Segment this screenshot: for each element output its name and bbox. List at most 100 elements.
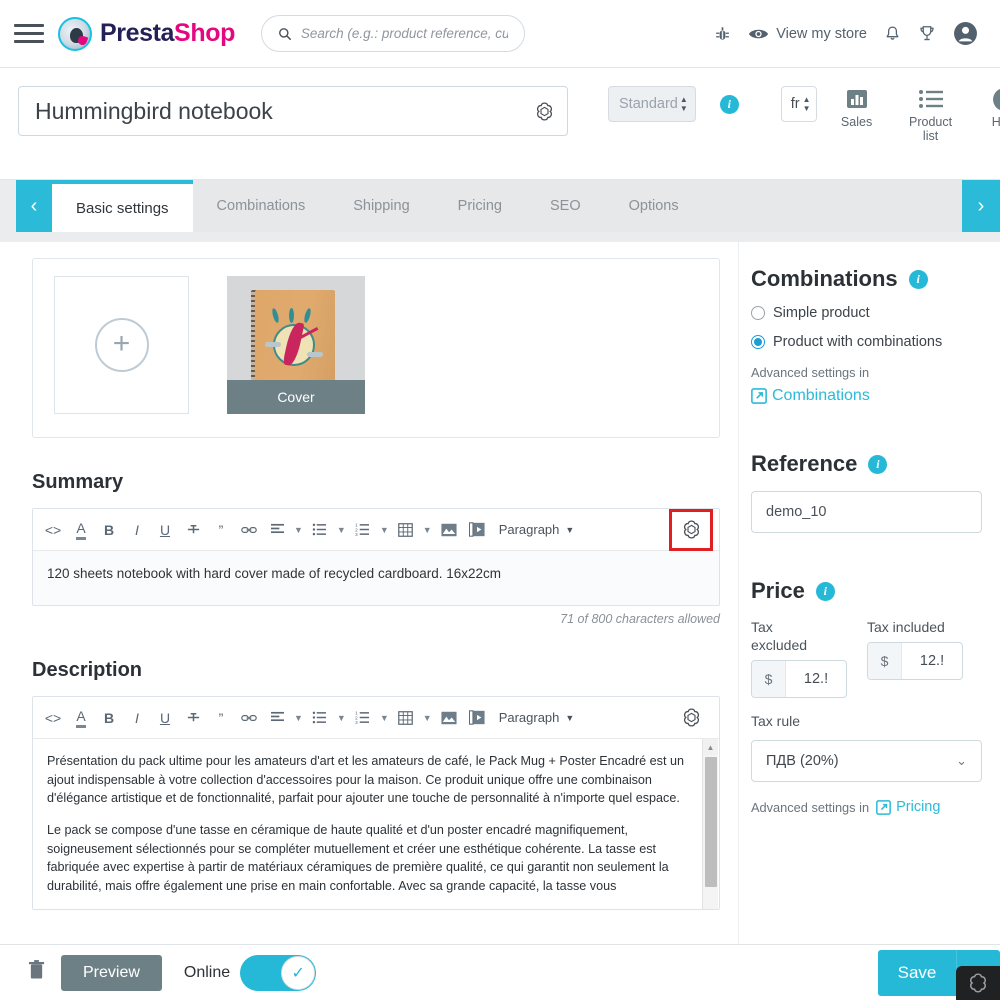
table-caret-icon[interactable]: ▼ [420,515,435,545]
insert-image-icon[interactable] [435,703,463,733]
tab-shipping[interactable]: Shipping [329,180,433,232]
link-icon[interactable] [235,703,263,733]
blockquote-icon[interactable]: ” [207,703,235,733]
insert-video-icon[interactable] [463,703,491,733]
table-icon[interactable] [392,703,420,733]
save-button[interactable]: Save [878,949,956,996]
tax-rule-select[interactable]: ПДВ (20%) ⌄ [751,740,982,782]
link-icon[interactable] [235,515,263,545]
summary-openai-assistant-button[interactable] [669,508,713,551]
text-color-icon[interactable]: A [67,515,95,545]
openai-assistant-icon[interactable] [534,101,555,122]
numbered-list-caret-icon[interactable]: ▼ [377,515,392,545]
numbered-list-icon[interactable]: 123 [349,703,377,733]
tab-combinations[interactable]: Combinations [193,180,330,232]
online-toggle[interactable]: ✓ [240,954,317,991]
preview-button[interactable]: Preview [61,954,162,991]
paragraph-format-dropdown[interactable]: Paragraph ▼ [491,703,583,733]
insert-image-icon[interactable] [435,515,463,545]
add-image-button[interactable]: + [54,276,189,414]
tax-excluded-input[interactable]: $ 12.! [751,660,847,698]
tab-pricing[interactable]: Pricing [434,180,526,232]
tab-seo[interactable]: SEO [526,180,605,232]
product-type-select[interactable]: Standard ▲ ▼ [608,86,696,122]
italic-icon[interactable]: I [123,515,151,545]
scrollbar-up-arrow-icon[interactable]: ▲ [703,739,718,755]
footer-action-bar: Preview Online ✓ Save ⌄ [0,944,1000,1000]
text-color-icon[interactable]: A [67,703,95,733]
reference-info-icon[interactable]: i [868,454,888,474]
trophy-icon[interactable] [918,24,936,43]
blockquote-icon[interactable]: ” [207,515,235,545]
left-column: + Cover Summary <> A B I U ” ▼ ▼ 1 2 3 ▼… [0,242,738,954]
bold-icon[interactable]: B [95,703,123,733]
tabs-next-button[interactable]: › [962,180,1000,232]
underline-icon[interactable]: U [151,703,179,733]
product-name-field[interactable]: Hummingbird notebook [18,86,568,136]
tab-options[interactable]: Options [605,180,703,232]
align-dropdown-caret-icon[interactable]: ▼ [291,515,306,545]
search-input[interactable]: Search (e.g.: product reference, custom [260,15,525,52]
prestashop-brand[interactable]: PrestaShop [58,16,235,51]
openai-assistant-icon [683,520,699,539]
view-my-store-link[interactable]: View my store [748,26,867,42]
tabs-prev-button[interactable]: ‹ [16,180,52,232]
table-caret-icon[interactable]: ▼ [420,703,435,733]
underline-icon[interactable]: U [151,515,179,545]
combinations-info-icon[interactable]: i [908,269,928,289]
description-text-body[interactable]: Présentation du pack ultime pour les ama… [33,739,719,909]
description-editor-toolbar: <> A B I U ” ▼ ▼ 1 2 3 ▼ ▼ Paragraph ▼ [33,697,719,739]
bullet-list-icon[interactable] [306,703,334,733]
paragraph-format-dropdown[interactable]: Paragraph ▼ [491,515,583,545]
spinner-arrows-icon: ▲ ▼ [679,95,688,113]
description-openai-assistant-button[interactable] [669,697,713,739]
product-image-thumbnail[interactable]: Cover [227,276,365,414]
hamburger-menu-icon[interactable] [14,22,44,46]
product-list-button[interactable]: Product list [903,86,959,143]
italic-icon[interactable]: I [123,703,151,733]
insert-video-icon[interactable] [463,515,491,545]
nav-right-group: View my store [714,21,978,46]
reference-input[interactable]: demo_10 [751,491,982,533]
bold-icon[interactable]: B [95,515,123,545]
bell-icon[interactable] [884,24,901,43]
combinations-advanced-link[interactable]: Combinations [751,387,982,405]
tax-included-input[interactable]: $ 12.! [867,642,963,680]
user-account-icon[interactable] [953,21,978,46]
delete-product-button[interactable] [28,959,45,986]
radio-product-with-combinations[interactable]: Product with combinations [751,334,982,350]
radio-simple-product[interactable]: Simple product [751,305,982,321]
product-type-info-icon[interactable]: i [719,95,739,114]
price-heading: Price i [751,578,982,604]
language-select[interactable]: fr ▲ ▼ [780,86,817,122]
strikethrough-icon[interactable] [179,703,207,733]
source-code-icon[interactable]: <> [39,703,67,733]
bullet-list-caret-icon[interactable]: ▼ [334,703,349,733]
help-button[interactable]: ? Help [977,86,1000,143]
bug-icon[interactable] [714,25,731,43]
svg-text:3: 3 [355,720,358,724]
bullet-list-icon[interactable] [306,515,334,545]
numbered-list-icon[interactable]: 123 [349,515,377,545]
tab-basic-settings[interactable]: Basic settings [52,180,193,232]
tax-included-label: Tax included [867,619,945,635]
strikethrough-icon[interactable] [179,515,207,545]
summary-text-body[interactable]: 120 sheets notebook with hard cover made… [33,551,719,605]
product-name-value: Hummingbird notebook [35,97,273,124]
align-dropdown-caret-icon[interactable]: ▼ [291,703,306,733]
align-left-icon[interactable] [263,703,291,733]
table-icon[interactable] [392,515,420,545]
description-scrollbar[interactable]: ▲ [702,739,718,909]
radio-simple-product-input[interactable] [751,306,765,320]
price-info-icon[interactable]: i [815,581,835,601]
sales-button[interactable]: Sales [829,86,885,143]
radio-product-with-combinations-input[interactable] [751,335,765,349]
source-code-icon[interactable]: <> [39,515,67,545]
bullet-list-caret-icon[interactable]: ▼ [334,515,349,545]
scrollbar-thumb[interactable] [705,757,717,887]
numbered-list-caret-icon[interactable]: ▼ [377,703,392,733]
align-left-icon[interactable] [263,515,291,545]
price-advanced-link[interactable]: Pricing [876,799,940,815]
chevron-down-icon: ⌄ [956,753,967,768]
eye-icon [749,29,769,38]
